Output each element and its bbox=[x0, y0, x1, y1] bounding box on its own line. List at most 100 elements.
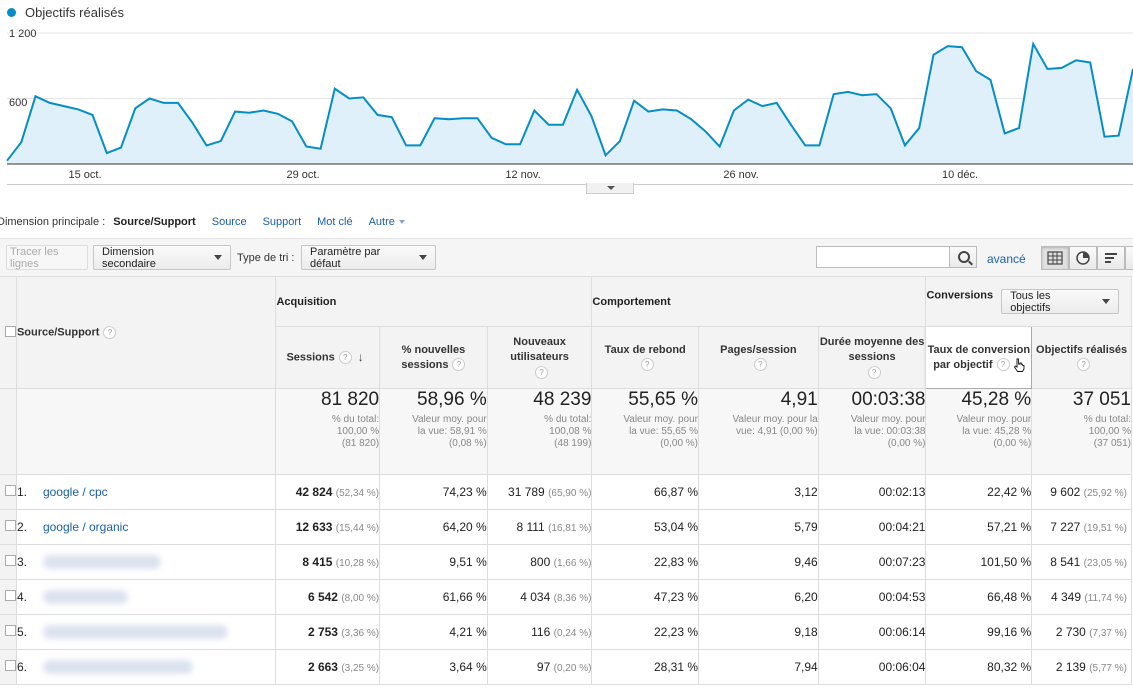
cell-bounce: 47,23 % bbox=[591, 579, 700, 615]
table-toolbar: Tracer les lignes Dimension secondaire T… bbox=[0, 238, 1133, 277]
help-icon[interactable]: ? bbox=[338, 350, 352, 364]
view-pie-button[interactable] bbox=[1069, 246, 1097, 270]
help-icon[interactable]: ? bbox=[996, 358, 1010, 372]
total-sub: vue: 4,91 (0,00 %) bbox=[736, 426, 818, 437]
cell-pct: (0,24 %) bbox=[553, 628, 592, 639]
cell-value: 4 034 bbox=[520, 590, 551, 604]
col-goals-completed[interactable]: Objectifs réalisés? bbox=[1031, 326, 1132, 389]
total-pct-new: 58,96 % Valeur moy. pour la vue: 58,91 % (0… bbox=[379, 388, 488, 475]
row-checkbox[interactable] bbox=[4, 590, 16, 601]
select-all-checkbox[interactable] bbox=[4, 325, 16, 337]
dimension-link-support[interactable]: Support bbox=[263, 216, 302, 228]
cell-sessions: 12 633 (15,44 %) bbox=[275, 509, 381, 545]
total-sessions: 81 820 % du total: 100,00 % (81 820) bbox=[275, 388, 381, 475]
x-tick-label: 15 oct. bbox=[68, 169, 102, 181]
primary-dimension-label: Dimension principale : bbox=[0, 216, 106, 228]
cell-pct-new: 74,23 % bbox=[379, 474, 488, 510]
total-sub: Valeur moy. pour bbox=[623, 414, 699, 425]
total-sub: (37 051) bbox=[1093, 438, 1131, 449]
total-sub: Valeur moy. pour bbox=[850, 414, 926, 425]
help-icon[interactable]: ? bbox=[103, 326, 117, 339]
chart-svg bbox=[6, 32, 1133, 185]
redacted-source bbox=[42, 625, 228, 640]
help-icon[interactable]: ? bbox=[535, 365, 549, 379]
cell-value: 7 227 bbox=[1050, 520, 1081, 534]
col-conversion-rate[interactable]: Taux de conversion par objectif? bbox=[925, 326, 1033, 389]
search-icon bbox=[958, 251, 970, 263]
chevron-down-icon bbox=[1102, 299, 1111, 304]
row-checkbox[interactable] bbox=[4, 485, 16, 496]
cell-value: 8 415 bbox=[302, 555, 333, 569]
cell-pct-new: 4,21 % bbox=[379, 614, 488, 650]
row-index: 1. bbox=[16, 485, 27, 499]
cell-pct: (16,81 %) bbox=[548, 523, 592, 534]
row-dimension-cell: 2. google / organic bbox=[15, 509, 277, 545]
total-value: 45,28 % bbox=[961, 389, 1032, 410]
search-button[interactable] bbox=[949, 246, 977, 268]
cell-pages: 3,12 bbox=[698, 474, 819, 510]
cell-value: 12 633 bbox=[295, 520, 333, 534]
cell-value: 6 542 bbox=[307, 590, 338, 604]
legend-label: Objectifs réalisés bbox=[25, 5, 124, 20]
row-checkbox[interactable] bbox=[4, 555, 16, 566]
goals-chart: Objectifs réalisés 1 200 600 15 oct. 29 … bbox=[0, 0, 1133, 195]
table-row: 5. 2 753 (3,36 %) 4,21 % 116 (0,24 %) 22,23 … bbox=[0, 614, 1132, 650]
col-pages-session[interactable]: Pages/session? bbox=[698, 326, 819, 389]
group-conversions: Conversions Tous les objectifs bbox=[925, 276, 1132, 327]
col-sessions[interactable]: Sessions? ↓ bbox=[275, 326, 381, 389]
total-sub: la vue: 58,91 % bbox=[417, 426, 487, 437]
group-behavior: Comportement bbox=[591, 276, 927, 327]
dimension-link-source[interactable]: Source bbox=[212, 216, 247, 228]
row-source-link[interactable]: google / cpc bbox=[43, 485, 108, 499]
total-new-users: 48 239 % du total: 100,08 % (48 199) bbox=[486, 388, 593, 475]
row-check-cell bbox=[0, 649, 17, 685]
help-icon[interactable]: ? bbox=[640, 358, 654, 372]
col-bounce-rate[interactable]: Taux de rebond? bbox=[591, 326, 700, 389]
cell-pages: 9,46 bbox=[698, 544, 819, 580]
total-sub: la vue: 55,65 % bbox=[629, 426, 699, 437]
row-checkbox[interactable] bbox=[4, 520, 16, 531]
grid-icon bbox=[1047, 251, 1063, 265]
cell-sessions: 2 753 (3,36 %) bbox=[275, 614, 381, 650]
help-icon[interactable]: ? bbox=[452, 358, 466, 372]
plot-rows-button[interactable]: Tracer les lignes bbox=[6, 245, 88, 270]
table-row: 3. 8 415 (10,28 %) 9,51 % 800 (1,66 %) 22,83… bbox=[0, 544, 1132, 580]
dimension-header[interactable]: Source/Support? bbox=[15, 276, 277, 389]
row-index: 3. bbox=[16, 554, 27, 569]
row-source-link[interactable]: google / organic bbox=[43, 520, 128, 534]
cell-sessions: 2 663 (3,25 %) bbox=[275, 649, 381, 685]
cell-pct: (15,44 %) bbox=[335, 523, 380, 534]
sort-type-dropdown[interactable]: Paramètre par défaut bbox=[301, 245, 436, 270]
chart-legend: Objectifs réalisés bbox=[7, 5, 124, 20]
row-checkbox[interactable] bbox=[4, 660, 16, 671]
dimension-more-dropdown[interactable]: Autre bbox=[369, 216, 405, 228]
row-checkbox[interactable] bbox=[4, 625, 16, 636]
row-dimension-cell: 4. bbox=[15, 579, 277, 615]
chart-collapse-handle[interactable] bbox=[586, 183, 634, 194]
chevron-down-icon bbox=[398, 220, 405, 225]
cell-value: 9 602 bbox=[1050, 485, 1081, 499]
cell-pct: (23,05 %) bbox=[1083, 558, 1127, 569]
cell-new-users: 97 (0,20 %) bbox=[486, 649, 593, 685]
dimension-link-keyword[interactable]: Mot clé bbox=[317, 216, 352, 228]
view-bar-button[interactable] bbox=[1097, 246, 1125, 270]
y-tick-label: 1 200 bbox=[9, 28, 37, 40]
help-icon[interactable]: ? bbox=[1077, 358, 1091, 372]
row-dimension-cell: 5. bbox=[15, 614, 277, 650]
col-pct-new-sessions[interactable]: % nouvelles sessions? bbox=[379, 326, 488, 389]
col-new-users[interactable]: Nouveaux utilisateurs? bbox=[486, 326, 593, 389]
col-avg-duration[interactable]: Durée moyenne des sessions? bbox=[817, 326, 927, 389]
cell-duration: 00:02:13 bbox=[817, 474, 927, 510]
help-icon[interactable]: ? bbox=[867, 365, 881, 379]
cell-duration: 00:04:21 bbox=[817, 509, 927, 545]
dimension-header-label: Source/Support bbox=[16, 326, 100, 339]
advanced-filter-link[interactable]: avancé bbox=[987, 252, 1026, 266]
help-icon[interactable]: ? bbox=[753, 358, 767, 372]
cell-pct: (11,74 %) bbox=[1084, 593, 1127, 604]
view-table-button[interactable] bbox=[1041, 246, 1069, 270]
view-comparison-button[interactable] bbox=[1125, 246, 1133, 270]
cell-value: 2 753 bbox=[307, 625, 338, 639]
table-search-input[interactable] bbox=[816, 246, 950, 268]
secondary-dimension-dropdown[interactable]: Dimension secondaire bbox=[93, 245, 231, 270]
goal-select-dropdown[interactable]: Tous les objectifs bbox=[1001, 289, 1120, 314]
